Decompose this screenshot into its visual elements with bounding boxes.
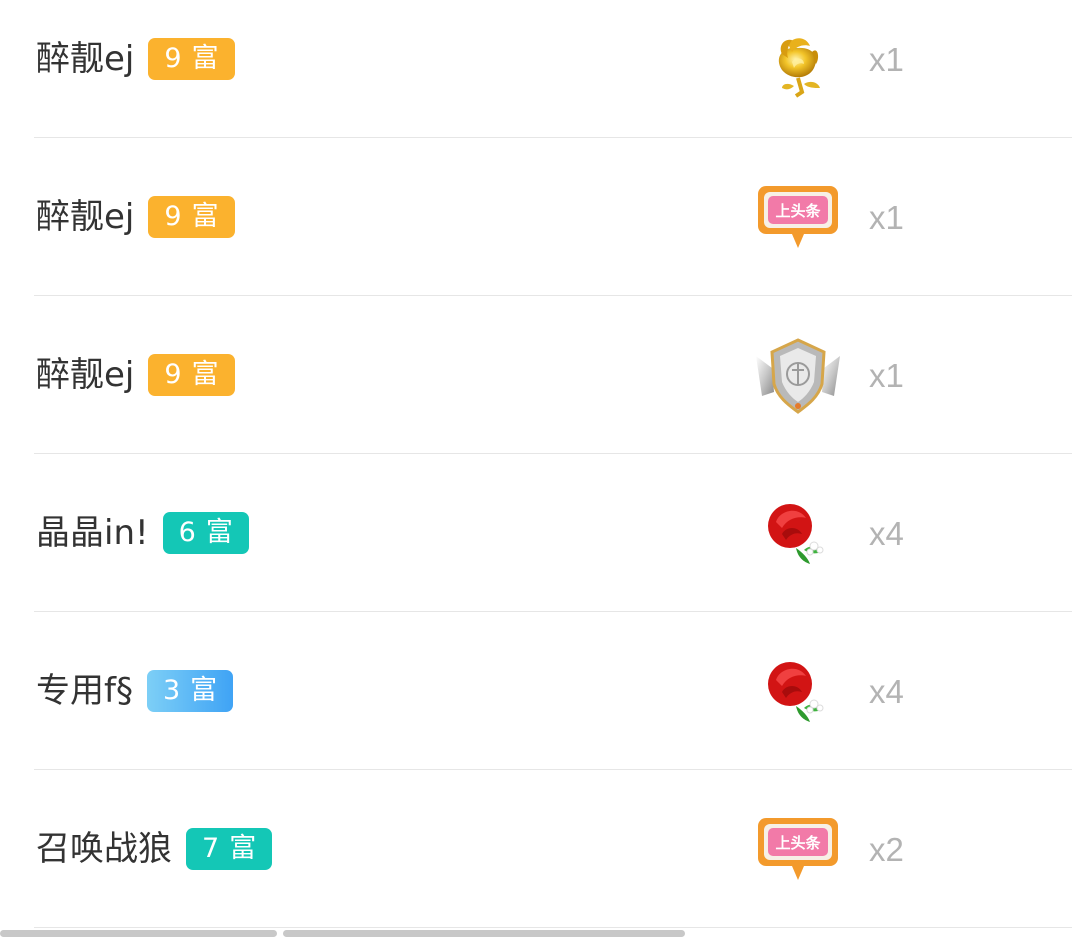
wealth-level-badge: 7 富 [186,828,273,870]
username: 醉靓ej [36,197,135,237]
red-rose-icon [752,492,844,574]
gift-count: x4 [869,515,904,552]
scrollbar-segment [0,930,277,937]
wealth-level-word: 富 [205,517,233,548]
headline-icon-text: 上头条 [775,834,821,852]
wealth-level-badge: 9 富 [148,38,235,80]
wealth-level-badge: 6 富 [162,512,249,554]
gift-count: x4 [869,673,904,710]
list-item[interactable]: 醉靓ej 9 富 上头条 x1 [0,138,1072,296]
gold-rose-icon [752,18,844,100]
user-info: 醉靓ej 9 富 [36,353,235,397]
wealth-level-word: 富 [191,359,219,390]
gift-record-list: 醉靓ej 9 富 x1 醉靓ej 9 富 上头条 x1 醉靓ej 9 富 x1 … [0,0,1072,928]
wealth-level-badge: 3 富 [146,670,234,712]
username: 专用f§ [36,671,133,711]
headline-icon: 上头条 [752,176,844,258]
list-item[interactable]: 召唤战狼 7 富 上头条 x2 [0,770,1072,928]
wealth-level-badge: 9 富 [148,354,235,396]
list-item[interactable]: 醉靓ej 9 富 x1 [0,296,1072,454]
gift-count: x2 [869,831,904,868]
list-item[interactable]: 醉靓ej 9 富 x1 [0,0,1072,138]
wealth-level-number: 3 [162,675,181,706]
wealth-level-word: 富 [191,43,219,74]
wealth-level-number: 9 [164,43,182,74]
username: 晶晶in! [36,513,149,553]
wealth-level-number: 7 [202,833,220,864]
username: 召唤战狼 [36,829,172,869]
wealth-level-number: 9 [164,359,182,390]
gift-count: x1 [869,199,904,236]
wealth-level-word: 富 [190,675,218,706]
user-info: 专用f§ 3 富 [36,669,234,713]
wealth-level-word: 富 [229,833,257,864]
user-info: 晶晶in! 6 富 [36,511,249,555]
user-info: 醉靓ej 9 富 [36,37,235,81]
wealth-level-number: 9 [164,201,182,232]
gift-count: x1 [869,41,904,78]
username: 醉靓ej [36,39,135,79]
horizontal-scrollbar[interactable] [0,928,1072,940]
headline-icon: 上头条 [752,808,844,890]
list-item[interactable]: 专用f§ 3 富 x4 [0,612,1072,770]
list-item[interactable]: 晶晶in! 6 富 x4 [0,454,1072,612]
gift-count: x1 [869,357,904,394]
username: 醉靓ej [36,355,135,395]
wealth-level-badge: 9 富 [148,196,235,238]
scrollbar-thumb[interactable] [283,930,685,937]
headline-icon-text: 上头条 [775,202,821,220]
red-rose-icon [752,650,844,732]
user-info: 召唤战狼 7 富 [36,827,273,871]
user-info: 醉靓ej 9 富 [36,195,235,239]
guardian-shield-icon [752,334,844,416]
wealth-level-word: 富 [191,201,219,232]
wealth-level-number: 6 [178,517,196,548]
